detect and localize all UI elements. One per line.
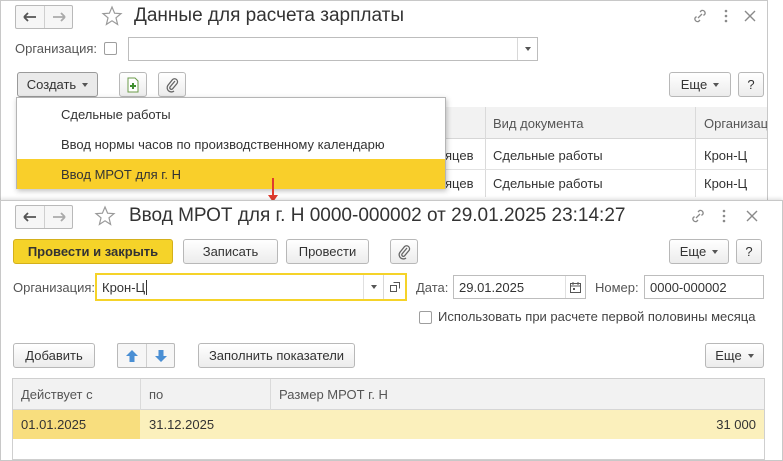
column-header-org[interactable]: Организац xyxy=(704,107,767,139)
org-input[interactable]: Крон-Ц xyxy=(95,273,407,301)
salary-data-window: Данные для расчета зарплаты Организация:… xyxy=(0,0,768,210)
page-title: Ввод МРОТ для г. Н 0000-000002 от 29.01.… xyxy=(129,205,626,226)
first-half-month-checkbox[interactable] xyxy=(419,311,432,324)
close-icon[interactable] xyxy=(743,207,761,225)
create-based-button[interactable] xyxy=(119,72,147,97)
nav-buttons xyxy=(15,205,73,229)
org-label: Организация: xyxy=(13,280,96,295)
add-button[interactable]: Добавить xyxy=(13,343,95,368)
forward-button[interactable] xyxy=(44,6,72,28)
forward-button[interactable] xyxy=(44,206,72,228)
back-button[interactable] xyxy=(16,6,44,28)
favorite-star-icon[interactable] xyxy=(94,205,116,227)
list-cell-org[interactable]: Крон-Ц xyxy=(704,141,747,169)
more-vertical-icon[interactable] xyxy=(715,207,733,225)
post-and-close-button[interactable]: Провести и закрыть xyxy=(13,239,173,264)
more-vertical-icon[interactable] xyxy=(717,7,735,25)
column-header-to[interactable]: по xyxy=(149,379,163,410)
dropdown-button[interactable] xyxy=(517,38,537,60)
chevron-down-icon xyxy=(370,285,377,289)
org-label: Организация: xyxy=(15,41,98,56)
arrow-up-icon xyxy=(126,349,138,362)
close-icon[interactable] xyxy=(741,7,759,25)
page-title: Данные для расчета зарплаты xyxy=(134,5,404,26)
paperclip-icon xyxy=(398,244,411,260)
menu-item-mrot[interactable]: Ввод МРОТ для г. Н xyxy=(17,159,445,189)
chevron-down-icon xyxy=(747,353,754,358)
open-window-icon xyxy=(389,282,400,292)
chevron-down-icon xyxy=(712,249,719,254)
column-header-amount[interactable]: Размер МРОТ г. Н xyxy=(279,379,388,410)
menu-item-piecework[interactable]: Сдельные работы xyxy=(17,99,445,129)
create-menu: Сдельные работы Ввод нормы часов по прои… xyxy=(16,97,446,189)
arrow-down-icon xyxy=(268,178,278,202)
arrow-left-icon xyxy=(23,212,36,222)
post-button[interactable]: Провести xyxy=(286,239,369,264)
arrow-right-icon xyxy=(52,12,66,22)
paperclip-icon xyxy=(166,77,179,93)
document-add-icon xyxy=(127,77,139,92)
cell-amount[interactable]: 31 000 xyxy=(716,410,756,439)
arrow-left-icon xyxy=(23,12,36,22)
org-filter-checkbox[interactable] xyxy=(104,42,117,55)
table-more-button[interactable]: Еще xyxy=(705,343,764,368)
attach-button[interactable] xyxy=(158,72,186,97)
back-button[interactable] xyxy=(16,206,44,228)
first-half-month-label[interactable]: Использовать при расчете первой половины… xyxy=(438,309,755,324)
calendar-icon xyxy=(570,281,581,293)
column-header-from[interactable]: Действует с xyxy=(21,379,93,410)
more-button[interactable]: Еще xyxy=(669,239,729,264)
favorite-star-icon[interactable] xyxy=(101,5,123,27)
help-button[interactable]: ? xyxy=(736,239,762,264)
table-row[interactable]: 01.01.2025 31.12.2025 31 000 xyxy=(13,410,764,439)
table-header xyxy=(13,379,764,410)
cell-to[interactable]: 31.12.2025 xyxy=(149,410,214,439)
calendar-button[interactable] xyxy=(565,276,585,298)
more-button[interactable]: Еще xyxy=(669,72,731,97)
mrot-document-window: Ввод МРОТ для г. Н 0000-000002 от 29.01.… xyxy=(0,200,783,461)
org-filter-input[interactable] xyxy=(128,37,538,61)
number-label: Номер: xyxy=(595,280,639,295)
dropdown-button[interactable] xyxy=(363,275,383,299)
link-icon[interactable] xyxy=(689,207,707,225)
number-input[interactable]: 0000-000002 xyxy=(644,275,764,299)
menu-item-hours-norm[interactable]: Ввод нормы часов по производственному ка… xyxy=(17,129,445,159)
arrow-down-icon xyxy=(154,349,167,362)
move-down-button[interactable] xyxy=(146,344,174,367)
fill-indicators-button[interactable]: Заполнить показатели xyxy=(198,343,355,368)
help-button[interactable]: ? xyxy=(738,72,764,97)
list-cell-doc-type[interactable]: Сдельные работы xyxy=(493,141,603,169)
list-cell-partial: яцев xyxy=(445,147,474,163)
link-icon[interactable] xyxy=(691,7,709,25)
cell-from[interactable]: 01.01.2025 xyxy=(21,410,86,439)
chevron-down-icon xyxy=(82,82,89,87)
mrot-table: Действует с по Размер МРОТ г. Н 01.01.20… xyxy=(12,378,765,460)
save-button[interactable]: Записать xyxy=(183,239,278,264)
chevron-down-icon xyxy=(524,47,531,51)
column-header-doc-type[interactable]: Вид документа xyxy=(493,107,584,139)
create-button[interactable]: Создать xyxy=(17,72,98,97)
open-button[interactable] xyxy=(383,275,405,299)
chevron-down-icon xyxy=(713,82,720,87)
list-cell-org[interactable]: Крон-Ц xyxy=(704,169,747,197)
move-buttons xyxy=(117,343,175,368)
nav-buttons xyxy=(15,5,73,29)
list-cell-doc-type[interactable]: Сдельные работы xyxy=(493,169,603,197)
attach-button[interactable] xyxy=(390,239,418,264)
move-up-button[interactable] xyxy=(118,344,146,367)
date-input[interactable]: 29.01.2025 xyxy=(453,275,586,299)
arrow-right-icon xyxy=(52,212,66,222)
date-label: Дата: xyxy=(416,280,449,295)
list-cell-partial: яцев xyxy=(445,175,474,191)
